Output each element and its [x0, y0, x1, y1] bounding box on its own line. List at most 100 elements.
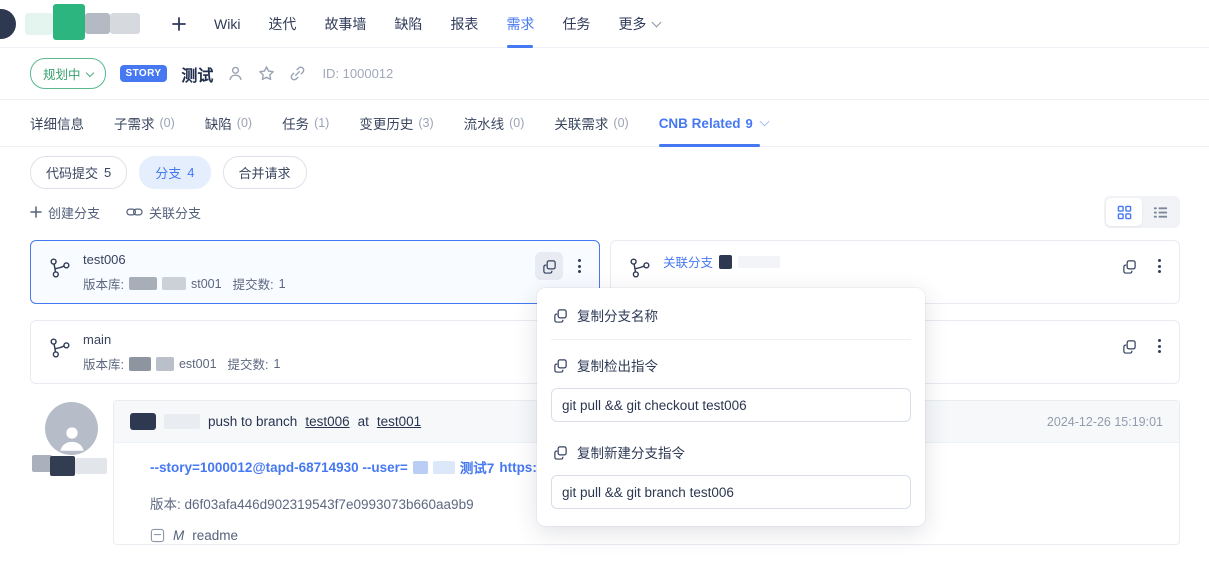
checkout-command-input[interactable] — [551, 388, 911, 422]
menu-item-copy-branch-name[interactable]: 复制分支名称 — [551, 304, 911, 326]
commits-label: 提交数: — [228, 354, 269, 373]
top-navbar: Wiki 迭代 故事墙 缺陷 报表 需求 任务 更多 — [0, 0, 1209, 48]
tab-linked-stories[interactable]: 关联需求(0) — [554, 100, 628, 146]
nav-item-more[interactable]: 更多 — [618, 0, 660, 48]
menu-item-copy-new-branch-command[interactable]: 复制新建分支指令 — [551, 441, 911, 463]
repo-label: 版本库: — [83, 354, 124, 373]
plus-icon — [172, 17, 186, 31]
filter-code-commits[interactable]: 代码提交5 — [30, 156, 127, 189]
main-nav: Wiki 迭代 故事墙 缺陷 报表 需求 任务 更多 — [172, 0, 660, 48]
new-branch-command-input[interactable] — [551, 475, 911, 509]
commit-title: push to branch test006 at test001 — [130, 413, 421, 430]
nav-item-stories[interactable]: 需求 — [506, 0, 534, 48]
tab-details[interactable]: 详细信息 — [30, 100, 84, 146]
repo-name: st001 — [191, 277, 222, 291]
nav-item-storywall[interactable]: 故事墙 — [324, 0, 366, 48]
more-actions-button[interactable] — [571, 252, 587, 280]
more-actions-button[interactable] — [1151, 332, 1167, 360]
filter-branches[interactable]: 分支 4 — [139, 156, 210, 189]
view-toggle — [1104, 196, 1180, 228]
create-branch-button[interactable]: 创建分支 — [30, 203, 100, 222]
copy-icon — [553, 308, 568, 323]
copy-branch-button[interactable] — [1115, 332, 1143, 360]
story-header: 规划中 STORY 测试 ID: 1000012 — [0, 48, 1209, 100]
chevron-down-icon — [652, 18, 662, 28]
filter-merge-requests[interactable]: 合并请求 — [223, 156, 307, 189]
repo-label: 版本库: — [83, 274, 124, 293]
nav-item-label: 更多 — [618, 14, 646, 34]
branch-card-test006[interactable]: test006 版本库: st001 提交数: 1 — [30, 240, 600, 304]
git-branch-icon — [49, 257, 71, 279]
copy-icon — [1122, 339, 1137, 354]
menu-item-copy-checkout-command[interactable]: 复制检出指令 — [551, 354, 911, 376]
copy-branch-button[interactable] — [1115, 252, 1143, 280]
person-icon — [55, 421, 89, 455]
nav-item-iterations[interactable]: 迭代 — [268, 0, 296, 48]
grid-view-button[interactable] — [1106, 198, 1142, 226]
list-view-button[interactable] — [1142, 198, 1178, 226]
redaction — [719, 255, 732, 269]
branch-meta: 版本库: est001 提交数: 1 — [83, 354, 280, 373]
assignee-button[interactable] — [227, 65, 244, 82]
tab-sub-stories[interactable]: 子需求(0) — [114, 100, 175, 146]
app-logo-redaction — [0, 9, 16, 39]
chip-label: 合并请求 — [239, 163, 291, 182]
cnb-filter-row: 代码提交5 分支 4 合并请求 — [30, 156, 307, 189]
branch-toolbar: 创建分支 关联分支 — [30, 196, 1180, 228]
commit-branch-link[interactable]: test006 — [305, 414, 349, 429]
branch-card-main[interactable]: main 版本库: est001 提交数: 1 — [30, 320, 600, 384]
add-button[interactable] — [172, 0, 186, 48]
project-name-redaction — [85, 13, 110, 34]
story-id: ID: 1000012 — [322, 66, 393, 81]
nav-item-tasks[interactable]: 任务 — [562, 0, 590, 48]
redaction — [129, 277, 157, 290]
file-name: readme — [192, 528, 238, 543]
copy-icon — [1122, 259, 1137, 274]
commits-count: 1 — [274, 357, 281, 371]
link-branch-button[interactable]: 关联分支 — [126, 203, 201, 222]
tab-count: 9 — [745, 116, 752, 131]
linked-branch-label[interactable]: 关联分支 — [663, 252, 780, 271]
project-logo-redaction — [53, 4, 85, 40]
tab-change-history[interactable]: 变更历史(3) — [359, 100, 433, 146]
copy-icon — [542, 259, 557, 274]
version-label: 版本: — [150, 497, 181, 512]
redaction — [413, 461, 428, 474]
commit-repo-link[interactable]: test001 — [377, 414, 421, 429]
status-dropdown[interactable]: 规划中 — [30, 58, 106, 89]
nav-item-reports[interactable]: 报表 — [450, 0, 478, 48]
tab-tasks[interactable]: 任务(1) — [282, 100, 329, 146]
tab-label: 任务 — [282, 113, 309, 133]
branch-name[interactable]: main — [83, 332, 280, 347]
chip-label: 代码提交 — [46, 163, 98, 182]
redaction — [130, 413, 156, 430]
active-tab-underline — [659, 144, 760, 147]
tab-count: (0) — [237, 116, 252, 130]
redaction — [738, 256, 780, 268]
create-branch-label: 创建分支 — [48, 203, 100, 222]
more-actions-button[interactable] — [1151, 252, 1167, 280]
tab-pipeline[interactable]: 流水线(0) — [464, 100, 525, 146]
tab-bugs[interactable]: 缺陷(0) — [205, 100, 252, 146]
commits-count: 1 — [279, 277, 286, 291]
branch-name[interactable]: test006 — [83, 252, 286, 267]
copy-link-button[interactable] — [289, 65, 306, 82]
favorite-button[interactable] — [258, 65, 275, 82]
nav-item-bugs[interactable]: 缺陷 — [394, 0, 422, 48]
nav-item-wiki[interactable]: Wiki — [214, 0, 240, 48]
link-icon — [289, 65, 306, 82]
redaction — [75, 458, 107, 474]
status-label: 规划中 — [43, 64, 81, 83]
story-title: 测试 — [181, 62, 213, 86]
tab-label: 详细信息 — [30, 113, 84, 133]
nav-item-label: 需求 — [506, 14, 534, 34]
chip-label: 分支 — [155, 163, 181, 182]
chevron-down-icon — [85, 68, 93, 76]
tab-count: (0) — [613, 116, 628, 130]
chip-count: 4 — [187, 165, 194, 180]
branch-name: 关联分支 — [663, 252, 713, 271]
redaction — [32, 455, 52, 472]
commit-message-prefix: --story=1000012@tapd-68714930 --user= — [150, 460, 408, 475]
tab-cnb-related[interactable]: CNB Related 9 — [659, 100, 768, 146]
copy-branch-button[interactable] — [535, 252, 563, 280]
